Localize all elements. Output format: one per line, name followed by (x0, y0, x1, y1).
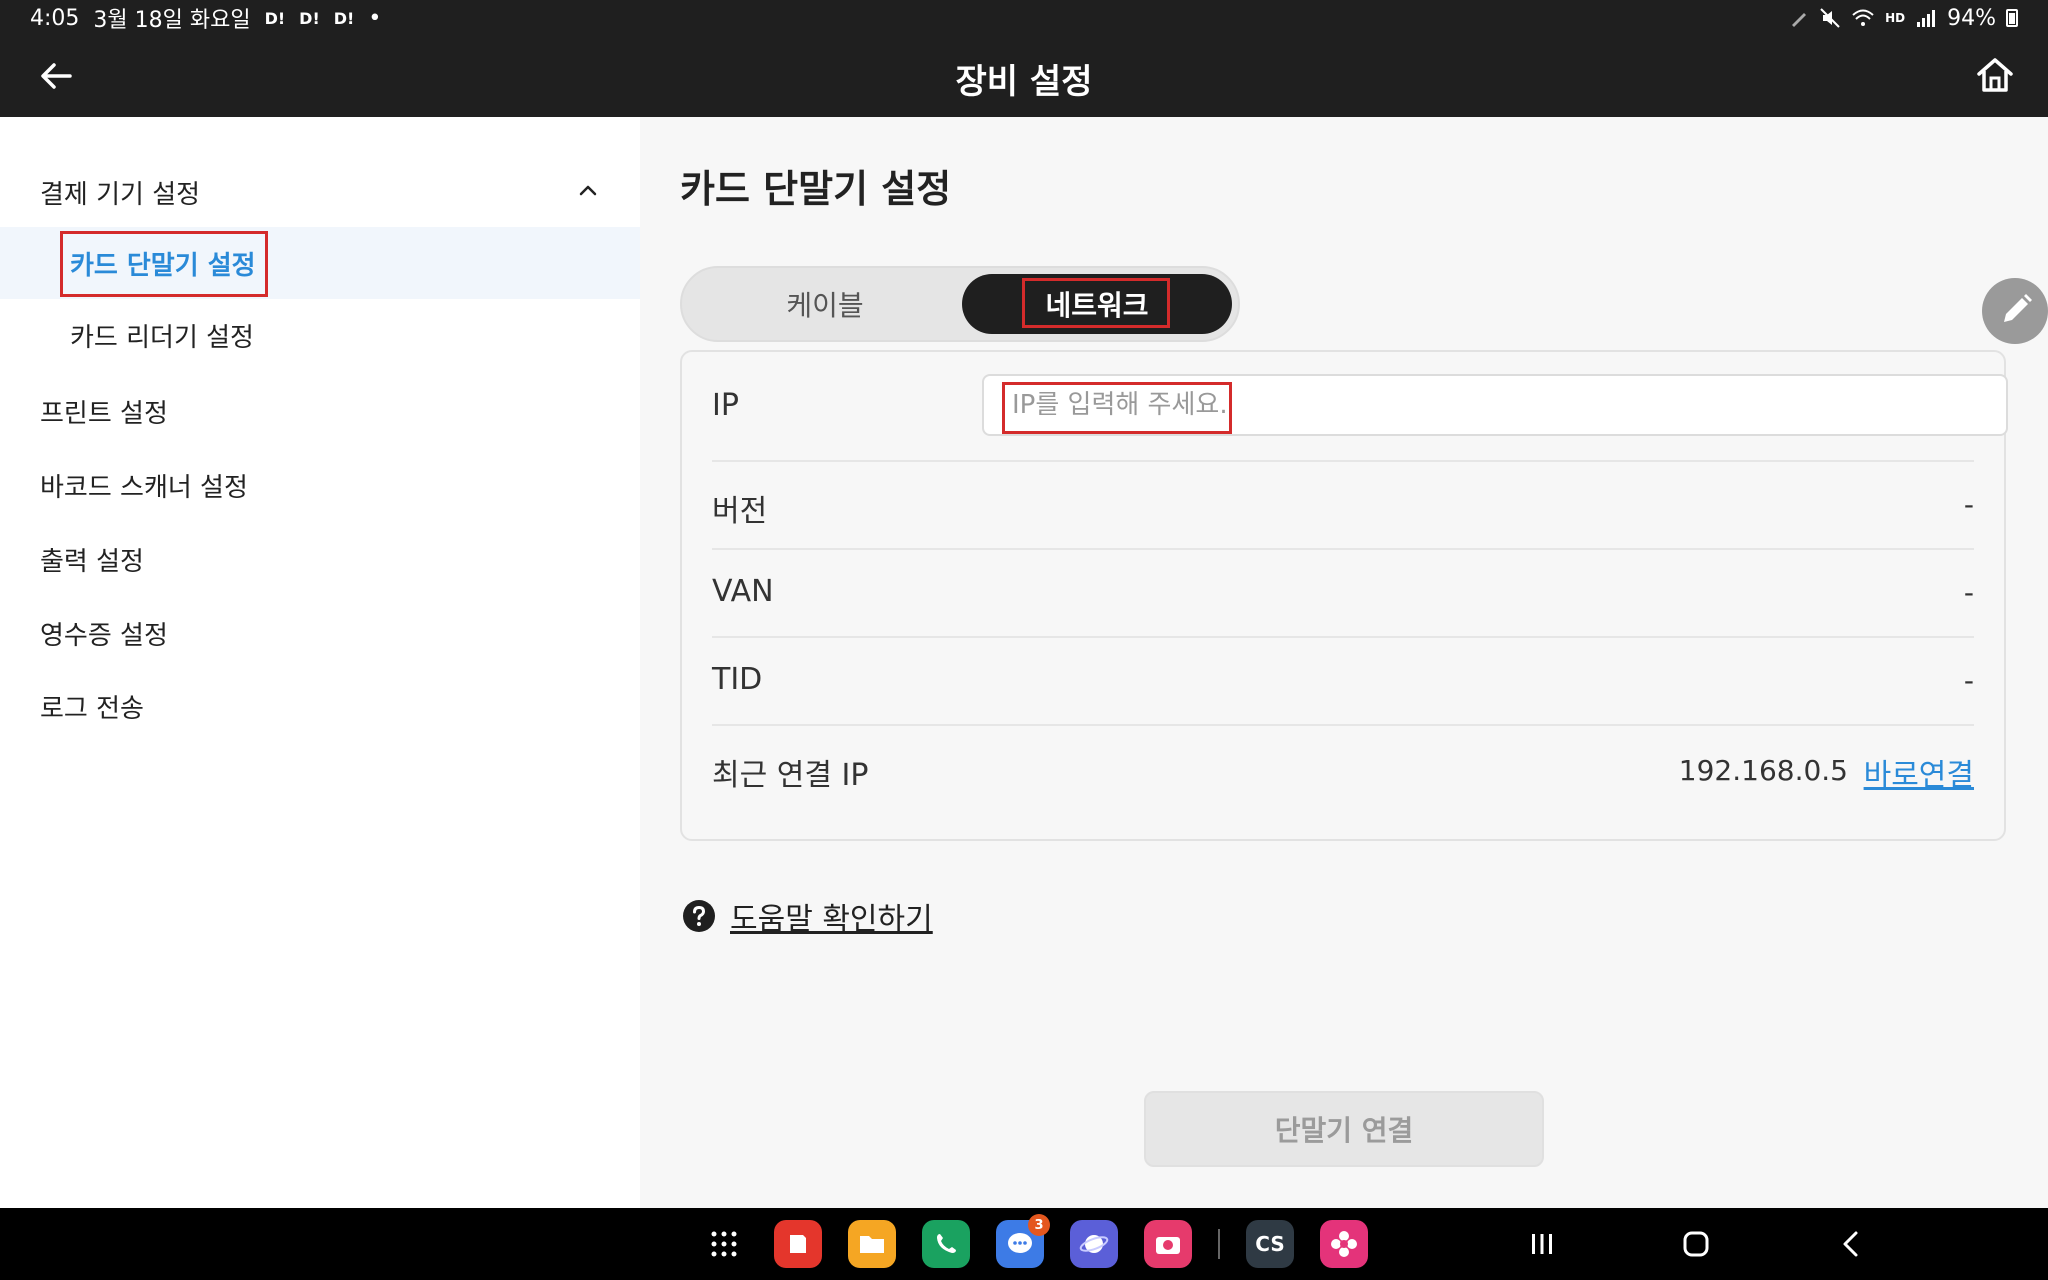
sidebar-item-card-terminal[interactable]: 카드 단말기 설정 (0, 227, 640, 299)
sidebar-item-barcode-scanner[interactable]: 바코드 스캐너 설정 (40, 467, 248, 504)
grid-dots-icon (711, 1231, 737, 1257)
connect-terminal-button[interactable]: 단말기 연결 (1144, 1091, 1544, 1167)
sidebar-group-payment-devices[interactable]: 결제 기기 설정 (0, 157, 640, 227)
notification-badge: D! (299, 8, 320, 28)
planet-icon (1079, 1235, 1109, 1253)
system-navigation-bar: 3 CS (0, 1208, 2048, 1280)
page-title: 장비 설정 (955, 62, 1093, 102)
app-drawer-icon[interactable] (700, 1220, 748, 1268)
chat-bubble-icon (1008, 1233, 1032, 1253)
recent-ip-value: 192.168.0.5 (1678, 754, 1848, 787)
hd-voice-icon: HD (1885, 11, 1906, 25)
status-bar: 4:05 3월 18일 화요일 D! D! D! • HD 94% (0, 0, 2048, 36)
connection-type-toggle: 케이블 네트워크 (680, 266, 1240, 342)
flower-app-icon[interactable] (1320, 1220, 1368, 1268)
terminal-settings-panel: IP 버전 - VAN - TID - 최근 연결 IP 192.168.0.5… (680, 350, 2008, 841)
version-row: 버전 - (712, 462, 1974, 550)
quick-connect-link[interactable]: 바로연결 (1864, 750, 1974, 794)
section-title: 카드 단말기 설정 (680, 167, 952, 211)
mute-icon (1820, 8, 1840, 28)
help-link[interactable]: 도움말 확인하기 (682, 894, 933, 938)
phone-app-icon[interactable] (922, 1220, 970, 1268)
ip-label: IP (712, 388, 739, 423)
van-label: VAN (712, 574, 774, 609)
sidebar-group-label: 결제 기기 설정 (40, 179, 201, 210)
chevron-up-icon[interactable] (576, 179, 600, 203)
recent-ip-row: 최근 연결 IP 192.168.0.5 바로연결 (712, 726, 1974, 814)
battery-percent: 94% (1947, 5, 1996, 31)
cs-app-icon[interactable]: CS (1246, 1220, 1294, 1268)
sidebar-item-log-send[interactable]: 로그 전송 (40, 688, 144, 725)
back-button-icon[interactable] (1832, 1224, 1872, 1264)
flower-glyph-icon (1331, 1231, 1357, 1257)
note-app-icon[interactable] (774, 1220, 822, 1268)
camera-glyph-icon (1156, 1237, 1180, 1254)
help-link-label: 도움말 확인하기 (730, 902, 933, 937)
home-button-icon[interactable] (1676, 1224, 1716, 1264)
tid-value: - (1963, 664, 1974, 697)
phone-glyph-icon (937, 1234, 956, 1253)
recent-apps-icon[interactable] (1522, 1224, 1562, 1264)
dock-separator (1218, 1229, 1220, 1259)
notification-dot: • (368, 5, 382, 31)
wifi-icon (1852, 9, 1874, 26)
version-label: 버전 (712, 494, 768, 529)
battery-icon (2006, 9, 2018, 27)
tab-label: 케이블 (786, 289, 864, 322)
ip-row: IP (712, 352, 2008, 462)
status-time: 4:05 (30, 5, 80, 31)
message-count-badge: 3 (1028, 1214, 1050, 1236)
van-value: - (1963, 576, 1974, 609)
cs-app-label: CS (1255, 1232, 1285, 1256)
tid-row: TID - (712, 638, 1974, 726)
pen-icon (1792, 13, 1807, 27)
sidebar-item-output[interactable]: 출력 설정 (40, 541, 144, 578)
tab-network[interactable]: 네트워크 (962, 274, 1232, 334)
folder-glyph-icon (860, 1236, 884, 1253)
recent-ip-label: 최근 연결 IP (712, 758, 869, 793)
version-value: - (1963, 488, 1974, 521)
internet-app-icon[interactable] (1070, 1220, 1118, 1268)
sidebar-item-card-reader[interactable]: 카드 리더기 설정 (0, 299, 640, 371)
status-date: 3월 18일 화요일 (93, 8, 251, 33)
messages-app-icon[interactable]: 3 (996, 1214, 1050, 1268)
sidebar-item-receipt[interactable]: 영수증 설정 (40, 615, 168, 652)
signal-icon (1917, 10, 1936, 27)
ip-input[interactable] (982, 374, 2008, 436)
note-glyph-icon (790, 1235, 806, 1253)
camera-app-icon[interactable] (1144, 1220, 1192, 1268)
notification-badge: D! (264, 8, 286, 28)
home-icon[interactable] (1974, 54, 2016, 96)
folder-app-icon[interactable] (848, 1220, 896, 1268)
pencil-icon (2004, 294, 2032, 322)
highlight-box (60, 231, 268, 297)
question-circle-icon (683, 900, 715, 932)
taskbar-dock: 3 CS (700, 1214, 1368, 1268)
edit-floating-button[interactable] (1982, 278, 2048, 344)
app-header: 장비 설정 (0, 36, 2048, 117)
sidebar-item-print[interactable]: 프린트 설정 (40, 393, 168, 430)
tid-label: TID (712, 662, 763, 697)
highlight-box (1022, 278, 1170, 328)
van-row: VAN - (712, 550, 1974, 638)
sidebar: 결제 기기 설정 카드 단말기 설정 카드 리더기 설정 프린트 설정 바코드 … (0, 117, 640, 1208)
tab-cable[interactable]: 케이블 (690, 274, 960, 334)
sidebar-item-label: 카드 리더기 설정 (70, 322, 254, 353)
notification-badge: D! (333, 8, 355, 28)
